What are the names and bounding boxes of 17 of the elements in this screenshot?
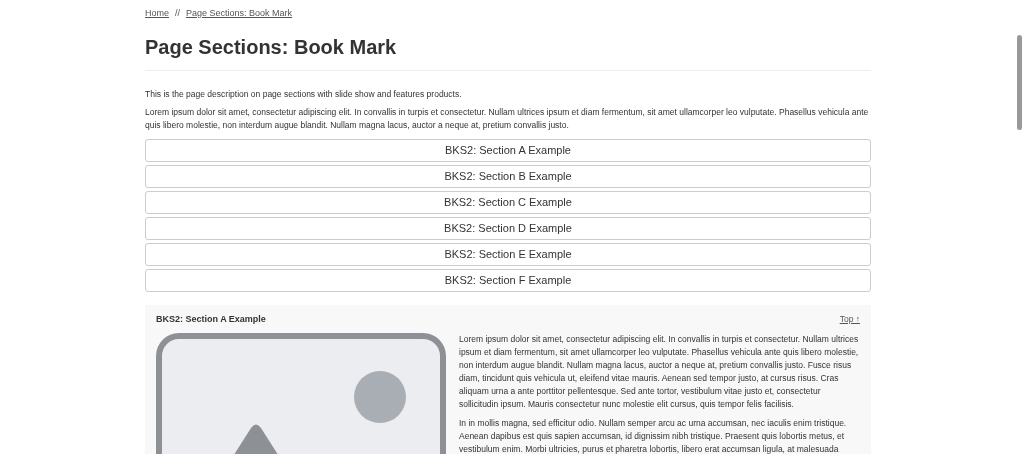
section-paragraph: In in mollis magna, sed efficitur odio. Nullam semper arcu ac urna accumsan, nec iaculis enim tristique. Aenean dapibus est quis sapien accumsan, id dignissim nibh tristique. Praesent quis lobortis metus, et vestibulum enim. Morbi ultricies, purus et pharetra lobortis, libero erat accumsan ligula, at malesuada <box>459 417 848 454</box>
bookmark-button[interactable]: BKS2: Section B Example <box>145 164 871 188</box>
bookmark-button[interactable]: BKS2: Section C Example <box>145 190 871 214</box>
page-title: Page Sections: Book Mark <box>145 31 871 71</box>
bookmark-button[interactable]: BKS2: Section F Example <box>145 268 871 292</box>
bookmark-button[interactable]: BKS2: Section E Example <box>145 242 871 266</box>
intro-paragraph: Lorem ipsum dolor sit amet, consectetur adipiscing elit. In convallis in turpis et consectetur. Nullam ultrices ipsum et diam fermentum, sit amet ullamcorper leo vulputate. Phasellus vehicula ante quis libero molestie, non interdum augue blandit. Nullam magna lacus, auctor a neque at, pretium convallis justo. <box>145 105 870 132</box>
breadcrumb-link[interactable]: Home <box>145 7 169 21</box>
top-link[interactable]: Top ↑ <box>839 312 860 326</box>
bookmark-button[interactable]: BKS2: Section A Example <box>145 138 871 162</box>
breadcrumb-separator: // <box>175 7 181 20</box>
scrollbar-thumb[interactable] <box>1017 35 1022 130</box>
section-paragraph: Lorem ipsum dolor sit amet, consectetur adipiscing elit. In convallis in turpis et consectetur. Nullam ultrices ipsum et diam fermentum, sit amet ullamcorper leo vulputate. Phasellus vehicula ante quis libero molestie, non interdum augue blandit. Nullam magna lacus, auctor a neque at, pretium convallis justo. Fusce risus diam, tincidunt quis vehicula ut, eleifend vitae mauris. Aenean sed tempor justo, at cursus risus. Cras aliquam urna a ante porttitor pellentesque. Sed ante tortor, vestibulum vitae justo et, consectetur sollicitudin ipsum. Mauris consectetur nunc molestie elit cursus, quis tempor felis facilisis. <box>459 333 859 411</box>
breadcrumb-link[interactable]: Page Sections: Book Mark <box>186 7 293 21</box>
bookmark-button[interactable]: BKS2: Section D Example <box>145 216 871 240</box>
section-heading: BKS2: Section A Example <box>156 312 266 326</box>
page-description: This is the page description on page sections with slide show and features products. <box>145 87 463 100</box>
